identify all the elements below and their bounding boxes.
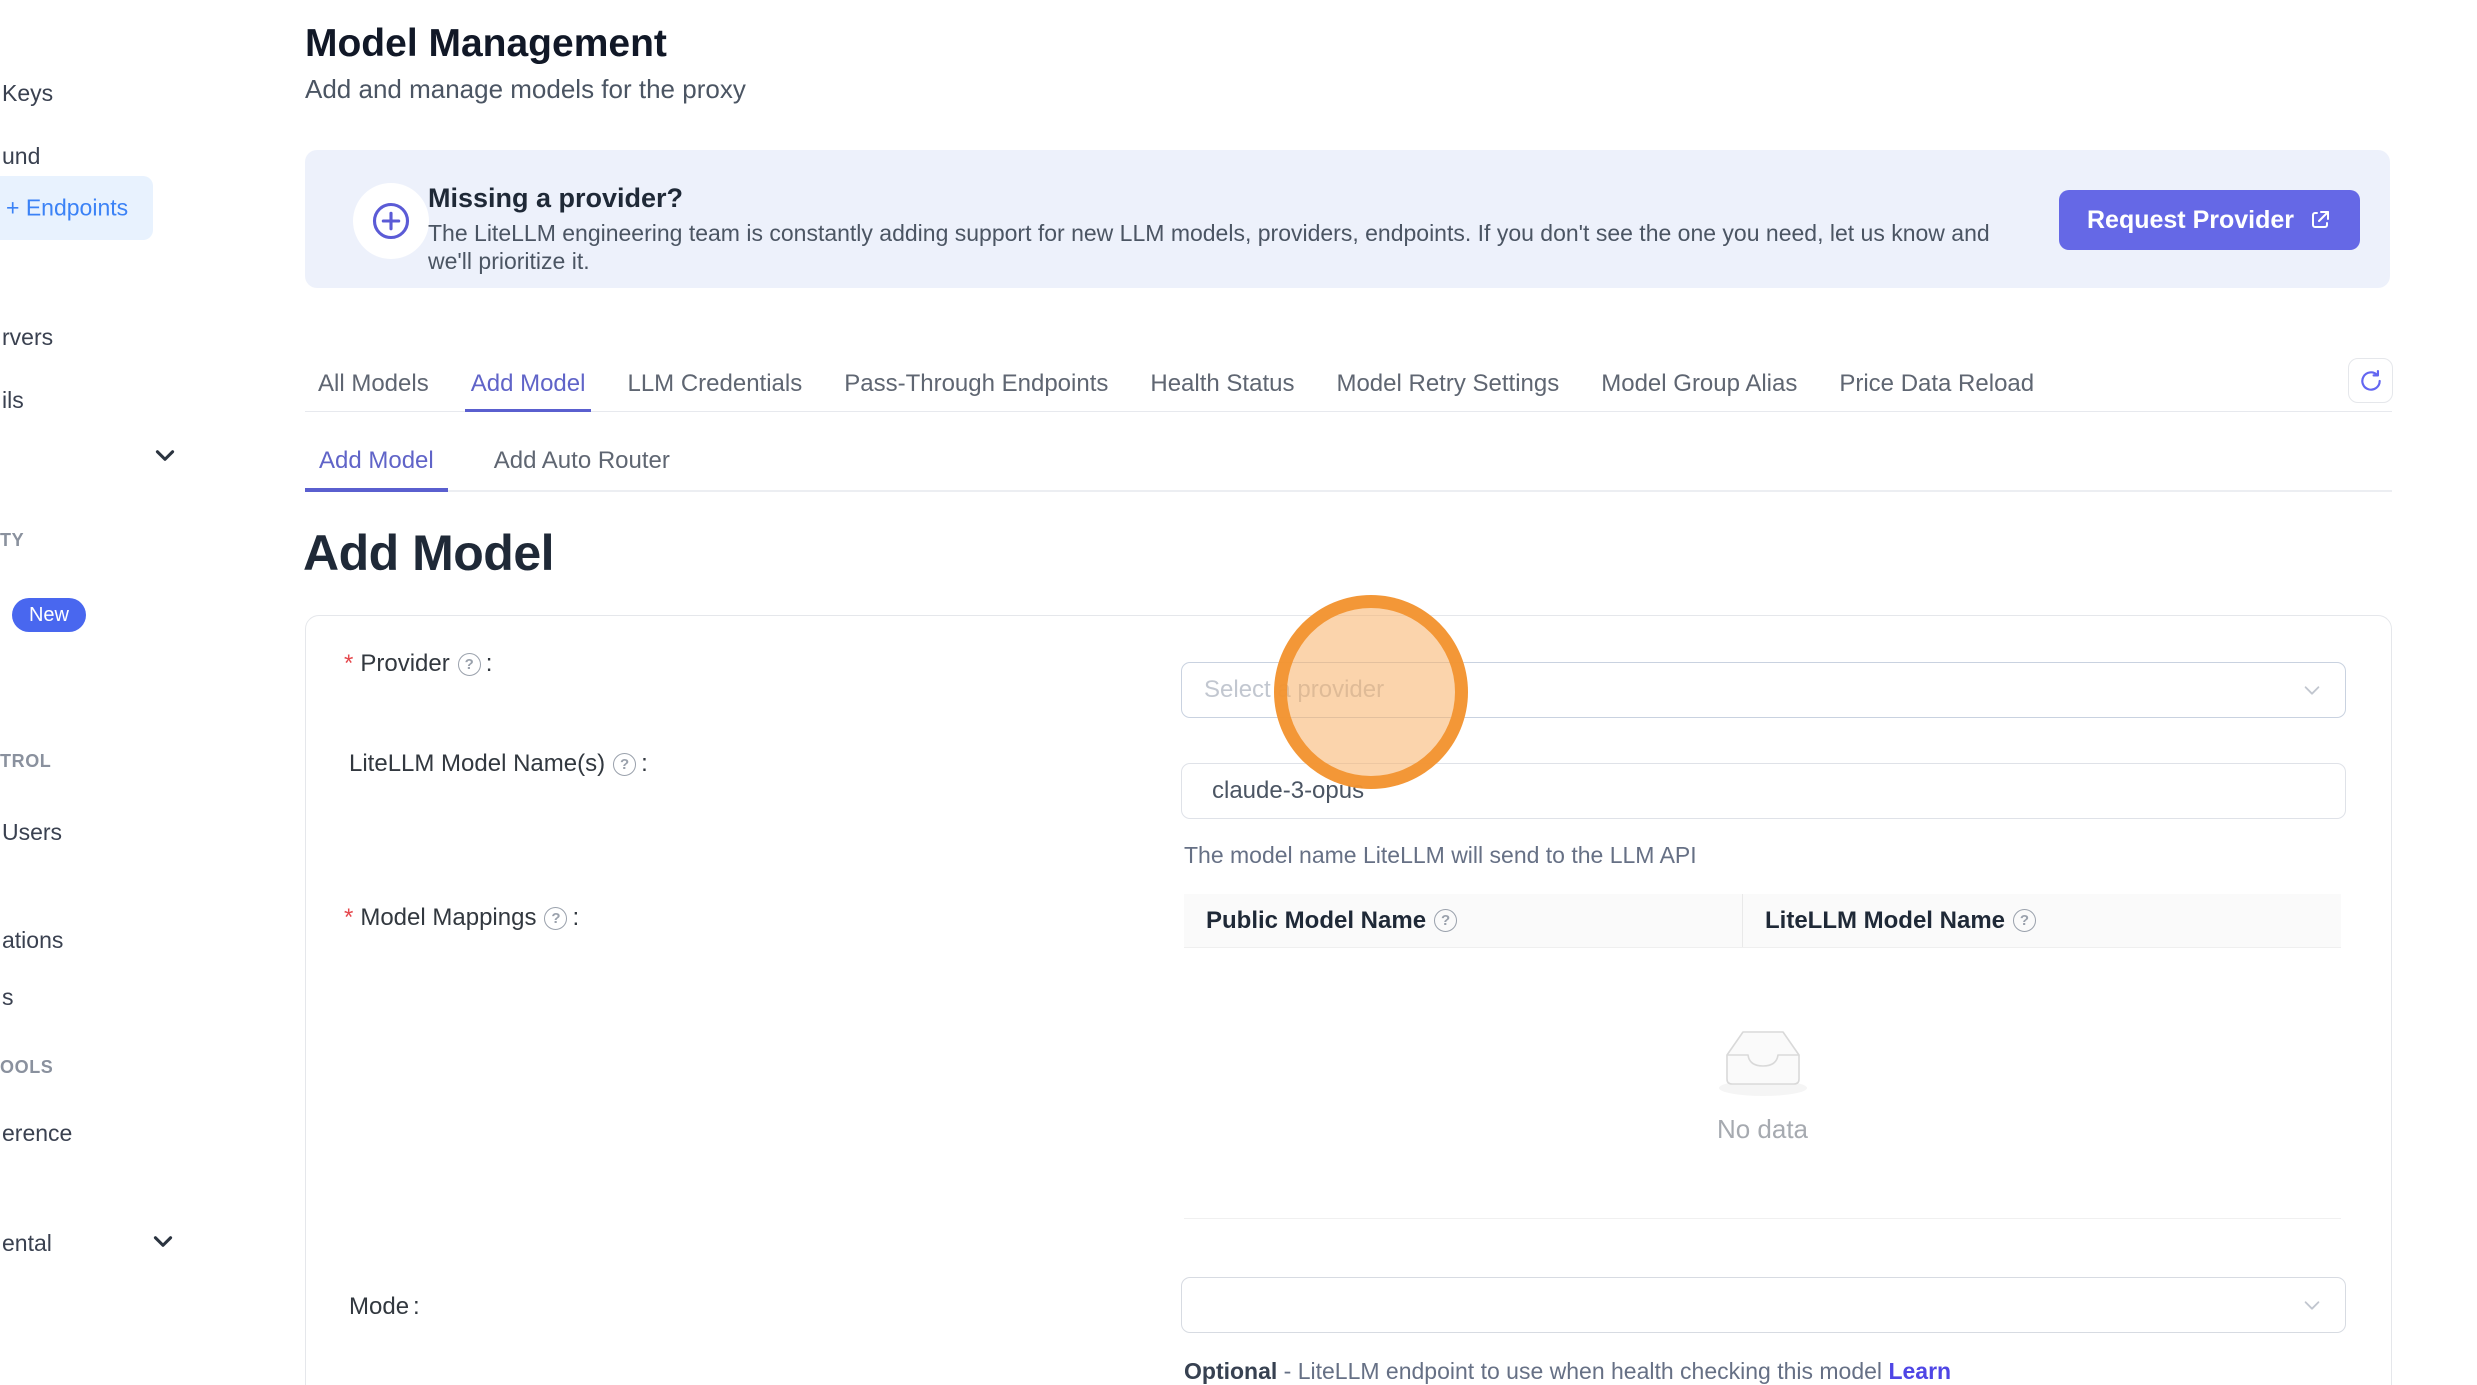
model-name-label: LiteLLM Model Name(s) ? : [349, 750, 648, 778]
tab-pass-through-endpoints[interactable]: Pass-Through Endpoints [844, 356, 1108, 411]
chevron-down-icon[interactable] [152, 442, 178, 468]
sidebar-item-inference[interactable]: erence [2, 1120, 72, 1147]
provider-select-placeholder: Select a provider [1204, 676, 1384, 704]
add-model-heading: Add Model [303, 524, 554, 582]
sidebar-section-access-control: TROL [0, 751, 51, 772]
tab-all-models[interactable]: All Models [318, 356, 429, 411]
tab-price-data-reload[interactable]: Price Data Reload [1839, 356, 2034, 411]
mappings-empty-state: No data [1184, 948, 2341, 1219]
mode-helper-text: - LiteLLM endpoint to use when health ch… [1277, 1358, 1888, 1384]
missing-provider-banner: Missing a provider? The LiteLLM engineer… [305, 150, 2390, 288]
chevron-down-icon[interactable] [150, 1228, 176, 1254]
mode-helper-bold: Optional [1184, 1358, 1277, 1384]
page-title: Model Management [305, 22, 667, 66]
add-model-subtabs: Add Model Add Auto Router [305, 432, 2392, 492]
sidebar-item-teams[interactable]: s [2, 984, 14, 1011]
sidebar-section-tools: OOLS [0, 1057, 53, 1078]
question-circle-icon[interactable]: ? [1434, 909, 1457, 932]
model-mappings-label-text: Model Mappings [360, 904, 536, 932]
sidebar-section-observability: TY [0, 530, 24, 551]
model-name-label-text: LiteLLM Model Name(s) [349, 750, 605, 778]
label-colon: : [572, 904, 579, 932]
column-label: Public Model Name [1206, 907, 1426, 935]
model-name-helper: The model name LiteLLM will send to the … [1184, 842, 1697, 869]
page-subtitle: Add and manage models for the proxy [305, 74, 746, 105]
column-label: LiteLLM Model Name [1765, 907, 2005, 935]
tab-health-status[interactable]: Health Status [1150, 356, 1294, 411]
column-public-model-name: Public Model Name ? [1184, 894, 1743, 947]
sidebar-item-users[interactable]: Users [2, 819, 62, 846]
mode-select[interactable] [1181, 1277, 2346, 1333]
refresh-icon [2358, 368, 2384, 394]
banner-body-line1: The LiteLLM engineering team is constant… [428, 220, 1990, 247]
request-provider-label: Request Provider [2087, 206, 2294, 235]
label-colon: : [413, 1293, 420, 1321]
new-badge-label: New [29, 604, 69, 627]
refresh-button[interactable] [2348, 358, 2393, 403]
model-management-page: Keys und + Endpoints rvers ils TY New TR… [0, 0, 2477, 1385]
mappings-table-header: Public Model Name ? LiteLLM Model Name ? [1184, 894, 2341, 948]
question-circle-icon[interactable]: ? [2013, 909, 2036, 932]
mode-label-text: Mode [349, 1293, 409, 1321]
sidebar-item-servers[interactable]: rvers [2, 324, 53, 351]
tab-model-retry-settings[interactable]: Model Retry Settings [1336, 356, 1559, 411]
subtab-add-auto-router[interactable]: Add Auto Router [480, 432, 684, 490]
label-colon: : [486, 650, 493, 678]
model-mappings-table: Public Model Name ? LiteLLM Model Name ?… [1184, 894, 2341, 1219]
sidebar-item-organizations[interactable]: ations [2, 927, 63, 954]
sidebar-item-keys[interactable]: Keys [2, 80, 53, 107]
required-asterisk: * [344, 904, 353, 932]
add-model-form-card: * Provider ? : Select a provider LiteLLM… [305, 615, 2392, 1385]
mode-helper: Optional - LiteLLM endpoint to use when … [1184, 1358, 1951, 1385]
learn-link[interactable]: Learn [1888, 1358, 1951, 1384]
question-circle-icon[interactable]: ? [458, 653, 481, 676]
tab-add-model[interactable]: Add Model [471, 356, 586, 411]
model-mappings-label: * Model Mappings ? : [344, 904, 579, 932]
question-circle-icon[interactable]: ? [613, 753, 636, 776]
chevron-down-icon [2301, 1294, 2323, 1316]
banner-title: Missing a provider? [428, 183, 683, 214]
subtab-add-model[interactable]: Add Model [305, 432, 448, 490]
sidebar-item-endpoints[interactable]: + Endpoints [0, 176, 153, 240]
model-tabs: All Models Add Model LLM Credentials Pas… [305, 356, 2392, 412]
model-name-input[interactable]: claude-3-opus [1181, 763, 2346, 819]
new-badge: New [12, 598, 86, 632]
mode-label: Mode : [349, 1293, 420, 1321]
plus-circle-icon [353, 183, 429, 259]
sidebar-item-experimental[interactable]: ental [2, 1230, 52, 1257]
request-provider-button[interactable]: Request Provider [2059, 190, 2360, 250]
sidebar-item-guardrails[interactable]: ils [2, 387, 24, 414]
no-data-text: No data [1717, 1114, 1808, 1145]
banner-body-line2: we'll prioritize it. [428, 248, 590, 275]
tab-llm-credentials[interactable]: LLM Credentials [627, 356, 802, 411]
provider-select[interactable]: Select a provider [1181, 662, 2346, 718]
question-circle-icon[interactable]: ? [544, 907, 567, 930]
chevron-down-icon [2301, 679, 2323, 701]
required-asterisk: * [344, 650, 353, 678]
label-colon: : [641, 750, 648, 778]
sidebar: Keys und + Endpoints rvers ils TY New TR… [0, 0, 210, 1385]
sidebar-item-endpoints-label: + Endpoints [6, 195, 128, 222]
model-name-value: claude-3-opus [1212, 777, 1364, 805]
external-link-icon [2308, 208, 2332, 232]
column-litellm-model-name: LiteLLM Model Name ? [1743, 894, 2041, 947]
tab-model-group-alias[interactable]: Model Group Alias [1601, 356, 1797, 411]
sidebar-item-playground[interactable]: und [2, 143, 40, 170]
empty-inbox-icon [1712, 1021, 1814, 1104]
provider-label: * Provider ? : [344, 650, 492, 678]
provider-label-text: Provider [360, 650, 449, 678]
